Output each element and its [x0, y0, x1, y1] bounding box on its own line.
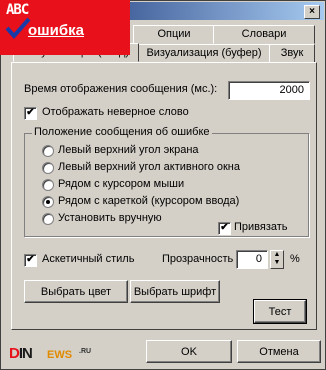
- transparency-label: Прозрачность: [162, 253, 234, 265]
- tab-sound[interactable]: Звук: [269, 44, 315, 63]
- logo-din: DIN: [9, 345, 33, 362]
- overlay-error-word: ошибка: [28, 22, 85, 39]
- radio-near-mouse[interactable]: [42, 179, 54, 191]
- ascetic-style-checkbox[interactable]: ✔: [24, 254, 37, 267]
- logo-news: EWS: [47, 349, 73, 361]
- ok-button[interactable]: OK: [146, 340, 232, 363]
- snap-checkbox[interactable]: ✔: [218, 222, 231, 235]
- error-indicator-overlay: ABC ошибка: [0, 0, 130, 55]
- transparency-input[interactable]: 0: [236, 250, 268, 269]
- display-time-input[interactable]: 2000: [228, 81, 310, 100]
- radio-screen-top-left[interactable]: [42, 145, 54, 157]
- radio-near-caret-label[interactable]: Рядом с кареткой (курсором ввода): [58, 195, 239, 207]
- tab-panel: Время отображения сообщения (мс.): 2000 …: [11, 62, 317, 330]
- ascetic-style-label[interactable]: Аскетичный стиль: [42, 253, 134, 265]
- radio-window-top-left-label[interactable]: Левый верхний угол активного окна: [58, 161, 240, 173]
- transparency-unit: %: [290, 253, 300, 265]
- test-button[interactable]: Тест: [253, 299, 307, 324]
- snap-label[interactable]: Привязать: [234, 221, 288, 233]
- tab-dictionaries[interactable]: Словари: [213, 25, 315, 44]
- tab-visualization-buffer[interactable]: Визуализация (буфер): [138, 44, 270, 63]
- settings-window: × Опции Словари Визуализация (ввод) Визу…: [0, 0, 326, 370]
- show-wrong-word-checkbox[interactable]: ✔: [24, 107, 37, 120]
- radio-window-top-left[interactable]: [42, 162, 54, 174]
- radio-manual[interactable]: [42, 213, 54, 225]
- choose-font-button[interactable]: Выбрать шрифт: [130, 280, 220, 303]
- cancel-button[interactable]: Отмена: [237, 340, 321, 363]
- window-close-button[interactable]: ×: [304, 5, 320, 19]
- dinnews-logo: DIN EWS .RU: [9, 344, 95, 364]
- choose-color-button[interactable]: Выбрать цвет: [24, 280, 128, 303]
- radio-screen-top-left-label[interactable]: Левый верхний угол экрана: [58, 144, 199, 156]
- logo-ru: .RU: [79, 348, 92, 355]
- radio-near-caret[interactable]: [42, 196, 54, 208]
- show-wrong-word-label[interactable]: Отображать неверное слово: [42, 106, 189, 118]
- tab-options[interactable]: Опции: [133, 25, 215, 44]
- spin-down-icon[interactable]: ▼: [271, 259, 283, 267]
- spin-up-icon[interactable]: ▲: [271, 251, 283, 259]
- transparency-spinner[interactable]: ▲ ▼: [270, 250, 284, 269]
- position-group-title: Положение сообщения об ошибке: [32, 126, 212, 138]
- display-time-label: Время отображения сообщения (мс.):: [24, 83, 218, 95]
- radio-near-mouse-label[interactable]: Рядом с курсором мыши: [58, 178, 184, 190]
- radio-manual-label[interactable]: Установить вручную: [58, 212, 162, 224]
